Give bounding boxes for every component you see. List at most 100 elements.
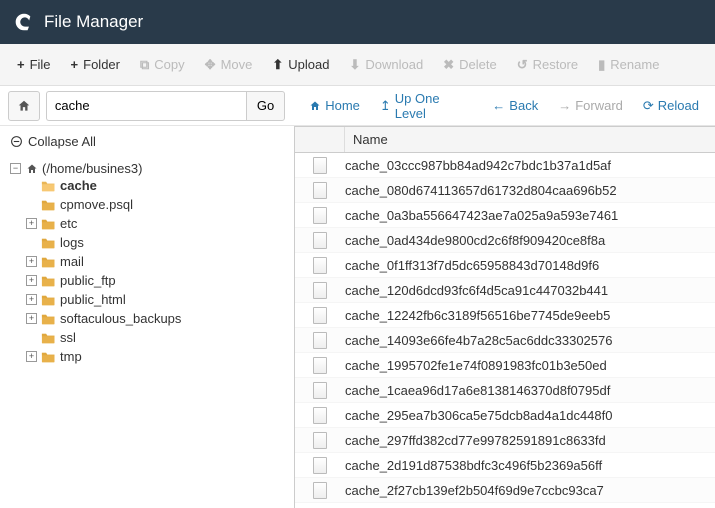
toolbar: +File +Folder ⧉Copy ✥Move ⬆Upload ⬇Downl… [0,44,715,86]
restore-button: ↺Restore [508,51,587,79]
col-icon-header [295,127,345,152]
file-name: cache_297ffd382cd77e99782591891c8633fd [345,433,606,448]
expander-blank [26,237,37,248]
tree-item-public_html[interactable]: + public_html [26,292,284,307]
upload-icon: ⬆ [272,57,283,73]
file-row[interactable]: cache_0f1ff313f7d5dc65958843d70148d9f6 [295,253,715,278]
delete-button: ✖Delete [434,51,505,79]
tree-item-label: ssl [60,330,76,345]
file-icon [295,382,345,399]
file-row[interactable]: cache_0a3ba556647423ae7a025a9a593e7461 [295,203,715,228]
tree-item-etc[interactable]: + etc [26,216,284,231]
app-title: File Manager [44,12,143,32]
app-header: File Manager [0,0,715,44]
copy-button: ⧉Copy [131,51,194,79]
tree-item-label: cpmove.psql [60,197,133,212]
expander-plus-icon[interactable]: + [26,294,37,305]
tree-item-ssl[interactable]: ssl [26,330,284,345]
file-row[interactable]: cache_1caea96d17a6e8138146370d8f0795df [295,378,715,403]
file-icon [295,307,345,324]
file-row[interactable]: cache_0ad434de9800cd2c6f8f909420ce8f8a [295,228,715,253]
forward-icon: → [558,98,571,113]
file-row[interactable]: cache_295ea7b306ca5e75dcb8ad4a1dc448f0 [295,403,715,428]
move-icon: ✥ [205,57,216,73]
file-grid: Name cache_03ccc987bb84ad942c7bdc1b37a1d… [295,126,715,508]
tree-item-softaculous_backups[interactable]: + softaculous_backups [26,311,284,326]
download-icon: ⬇ [349,57,360,73]
home-icon [25,163,39,175]
file-name: cache_1995702fe1e74f0891983fc01b3e50ed [345,358,607,373]
grid-header: Name [295,127,715,153]
file-row[interactable]: cache_080d674113657d61732d804caa696b52 [295,178,715,203]
expander-blank [26,180,37,191]
tree-item-logs[interactable]: logs [26,235,284,250]
file-row[interactable]: cache_2d191d87538bdfc3c496f5b2369a56ff [295,453,715,478]
file-row[interactable]: cache_1995702fe1e74f0891983fc01b3e50ed [295,353,715,378]
file-row[interactable]: cache_2f27cb139ef2b504f69d9e7ccbc93ca7 [295,478,715,503]
file-icon [295,332,345,349]
expander-plus-icon[interactable]: + [26,275,37,286]
back-icon: ← [492,98,505,113]
expander-plus-icon[interactable]: + [26,256,37,267]
home-root-button[interactable] [8,91,40,121]
cpanel-logo-icon [12,11,34,33]
tree-item-public_ftp[interactable]: + public_ftp [26,273,284,288]
tree-item-label: public_ftp [60,273,116,288]
tree-item-mail[interactable]: + mail [26,254,284,269]
tree-item-cache[interactable]: cache [26,178,284,193]
file-name: cache_14093e66fe4b7a28c5ac6ddc33302576 [345,333,612,348]
new-file-button[interactable]: +File [8,51,60,78]
file-name: cache_0a3ba556647423ae7a025a9a593e7461 [345,208,618,223]
upload-button[interactable]: ⬆Upload [263,51,338,79]
download-button: ⬇Download [340,51,432,79]
expander-blank [26,332,37,343]
expander-plus-icon[interactable]: + [26,313,37,324]
file-icon [295,232,345,249]
file-icon [295,457,345,474]
restore-icon: ↺ [517,57,528,73]
file-row[interactable]: cache_12242fb6c3189f56516be7745de9eeb5 [295,303,715,328]
file-icon [295,257,345,274]
new-folder-button[interactable]: +Folder [62,51,129,78]
nav-home-link[interactable]: Home [301,94,368,117]
col-name-header[interactable]: Name [345,132,388,147]
file-icon [295,482,345,499]
go-button[interactable]: Go [246,91,285,121]
expander-blank [26,199,37,210]
file-name: cache_12242fb6c3189f56516be7745de9eeb5 [345,308,610,323]
tree-item-cpmove.psql[interactable]: cpmove.psql [26,197,284,212]
path-input[interactable] [46,91,246,121]
file-name: cache_120d6dcd93fc6f4d5ca91c447032b441 [345,283,608,298]
collapse-all-button[interactable]: Collapse All [10,134,284,149]
nav-back-link[interactable]: ←Back [484,94,546,117]
file-row[interactable]: cache_03ccc987bb84ad942c7bdc1b37a1d5af [295,153,715,178]
file-name: cache_03ccc987bb84ad942c7bdc1b37a1d5af [345,158,611,173]
file-row[interactable]: cache_14093e66fe4b7a28c5ac6ddc33302576 [295,328,715,353]
file-name: cache_0f1ff313f7d5dc65958843d70148d9f6 [345,258,599,273]
file-name: cache_2d191d87538bdfc3c496f5b2369a56ff [345,458,602,473]
file-row[interactable]: cache_120d6dcd93fc6f4d5ca91c447032b441 [295,278,715,303]
tree-item-label: etc [60,216,77,231]
file-icon [295,282,345,299]
file-icon [295,407,345,424]
tree-item-tmp[interactable]: + tmp [26,349,284,364]
tree-item-label: softaculous_backups [60,311,181,326]
tree-item-label: tmp [60,349,82,364]
tree-item-label: mail [60,254,84,269]
expander-plus-icon[interactable]: + [26,351,37,362]
collapse-icon [10,135,23,148]
nav-reload-link[interactable]: ⟳Reload [635,94,707,118]
tree-root[interactable]: − (/home/busines3) [10,161,284,176]
tree-item-label: public_html [60,292,126,307]
file-name: cache_2f27cb139ef2b504f69d9e7ccbc93ca7 [345,483,604,498]
file-name: cache_295ea7b306ca5e75dcb8ad4a1dc448f0 [345,408,612,423]
nav-up-link[interactable]: ↥Up One Level [372,87,480,125]
file-name: cache_0ad434de9800cd2c6f8f909420ce8f8a [345,233,605,248]
sidebar: Collapse All − (/home/busines3) cache cpm… [0,126,295,508]
folder-tree: − (/home/busines3) cache cpmove.psql + etc l… [10,159,284,368]
expander-plus-icon[interactable]: + [26,218,37,229]
file-row[interactable]: cache_297ffd382cd77e99782591891c8633fd [295,428,715,453]
expander-minus-icon[interactable]: − [10,163,21,174]
plus-icon: + [71,57,79,72]
file-name: cache_1caea96d17a6e8138146370d8f0795df [345,383,610,398]
